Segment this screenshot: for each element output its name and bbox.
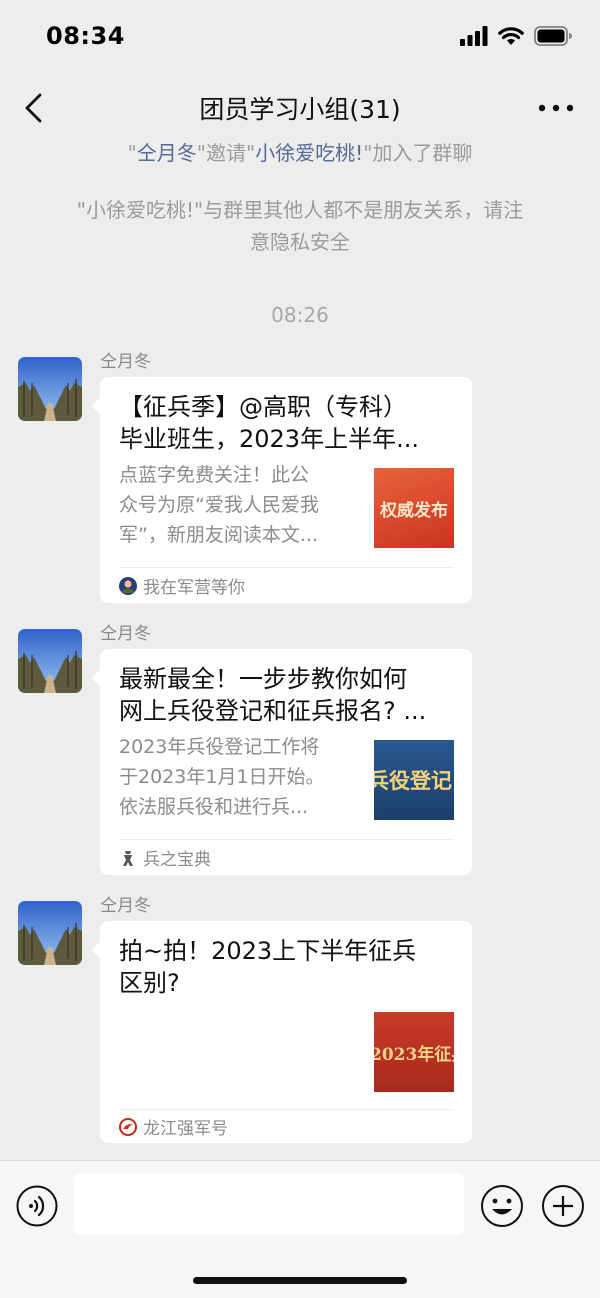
article-desc-line: 点蓝字免费关注！此公 <box>119 464 310 486</box>
chat-title: 团员学习小组(31) <box>199 95 401 124</box>
article-title: 【征兵季】@高职（专科） 毕业班生，2023年上半年... <box>119 391 453 455</box>
card-divider <box>119 1109 454 1110</box>
privacy-line-2: 意隐私安全 <box>250 230 350 254</box>
article-source: 兵之宝典 <box>119 845 211 870</box>
quote-mark: " <box>127 141 137 165</box>
system-privacy-message: "小徐爱吃桃!"与群里其他人都不是朋友关系，请注 意隐私安全 <box>0 194 600 258</box>
article-source: 龙江强军号 <box>119 1114 228 1139</box>
emoji-icon[interactable] <box>480 1184 524 1228</box>
article-description: 2023年兵役登记工作将 于2023年1月1日开始。 依法服兵役和进行兵... <box>119 732 361 822</box>
article-title-line: 毕业班生，2023年上半年... <box>119 425 419 453</box>
source-name: 兵之宝典 <box>143 850 211 870</box>
status-bar: 08:34 <box>0 0 600 76</box>
article-desc-line: 依法服兵役和进行兵... <box>119 796 309 818</box>
article-card[interactable]: 拍~拍！2023上下半年征兵 区别? 2023年征兵 龙江强军号 <box>91 921 472 1143</box>
source-logo-icon <box>119 576 137 595</box>
system-invite-message: "仝月冬"邀请"小徐爱吃桃!"加入了群聊 <box>0 137 600 169</box>
nav-bar: 团员学习小组(31) <box>0 76 600 140</box>
article-desc-line: 2023年兵役登记工作将 <box>119 736 320 758</box>
article-title-line: 最新最全！一步步教你如何 <box>119 665 407 693</box>
sender-name: 仝月冬 <box>100 896 151 916</box>
sender-name: 仝月冬 <box>100 352 151 372</box>
article-title: 拍~拍！2023上下半年征兵 区别? <box>119 935 453 999</box>
signal-icon <box>460 26 488 46</box>
avatar[interactable] <box>18 629 82 693</box>
avatar[interactable] <box>18 357 82 421</box>
article-title: 最新最全！一步步教你如何 网上兵役登记和征兵报名? ... <box>119 663 453 727</box>
voice-icon[interactable] <box>16 1185 58 1227</box>
article-title-line: 网上兵役登记和征兵报名? ... <box>119 697 427 725</box>
more-dots-icon[interactable] <box>536 96 576 120</box>
article-description: 点蓝字免费关注！此公 众号为原“爱我人民爱我 军”，新朋友阅读本文... <box>119 460 361 550</box>
plus-icon[interactable] <box>541 1184 585 1228</box>
status-icons <box>460 26 572 46</box>
wifi-icon <box>498 27 524 45</box>
home-indicator[interactable] <box>193 1277 407 1284</box>
article-desc-line: 军”，新朋友阅读本文... <box>119 524 318 546</box>
invite-tail-text: "加入了群聊 <box>363 141 473 165</box>
avatar[interactable] <box>18 901 82 965</box>
article-desc-line: 众号为原“爱我人民爱我 <box>119 494 319 516</box>
source-name: 龙江强军号 <box>143 1119 228 1139</box>
article-title-line: 【征兵季】@高职（专科） <box>119 393 407 421</box>
article-thumbnail: 2023年征兵 <box>374 1012 454 1092</box>
privacy-line-1: "小徐爱吃桃!"与群里其他人都不是朋友关系，请注 <box>76 198 524 222</box>
card-divider <box>119 839 454 840</box>
card-divider <box>119 567 454 568</box>
article-card[interactable]: 最新最全！一步步教你如何 网上兵役登记和征兵报名? ... 2023年兵役登记工… <box>91 649 472 875</box>
article-source: 我在军营等你 <box>119 573 245 598</box>
dragon-logo-icon <box>119 1117 137 1136</box>
article-card[interactable]: 【征兵季】@高职（专科） 毕业班生，2023年上半年... 点蓝字免费关注！此公… <box>91 377 472 603</box>
message-input[interactable] <box>74 1173 464 1235</box>
invitee-name-link[interactable]: 小徐爱吃桃! <box>255 141 363 165</box>
article-title-line: 拍~拍！2023上下半年征兵 <box>119 937 417 965</box>
soldier-logo-icon <box>123 850 133 866</box>
message-timestamp: 08:26 <box>271 303 329 327</box>
sender-name: 仝月冬 <box>100 624 151 644</box>
battery-icon <box>534 26 572 46</box>
article-thumbnail: 权威发布 <box>374 468 454 548</box>
status-time: 08:34 <box>46 22 125 50</box>
inviter-name-link[interactable]: 仝月冬 <box>137 141 197 165</box>
source-name: 我在军营等你 <box>143 578 245 598</box>
article-desc-line: 于2023年1月1日开始。 <box>119 766 325 788</box>
article-title-line: 区别? <box>119 969 180 997</box>
article-thumbnail: 兵役登记 <box>374 740 454 820</box>
invite-text: "邀请" <box>196 141 256 165</box>
